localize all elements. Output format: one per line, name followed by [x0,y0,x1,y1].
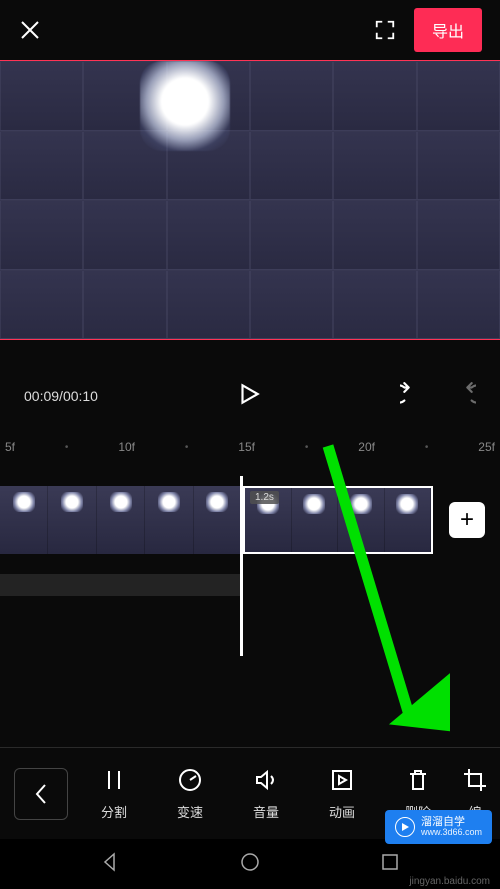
tool-label: 变速 [177,802,203,821]
watermark-url: www.3d66.com [421,828,482,838]
nav-back-icon[interactable] [99,851,121,878]
nav-home-icon[interactable] [239,851,261,878]
watermark-logo-icon [395,817,415,837]
tool-speed[interactable]: 变速 [152,766,228,821]
volume-icon [252,766,280,794]
timeline-ruler: 5f • 10f • 15f • 20f • 25f [0,436,500,458]
ruler-mark: 20f [358,440,375,454]
tool-volume[interactable]: 音量 [228,766,304,821]
trash-icon [404,766,432,794]
play-button[interactable] [236,381,262,412]
clip-track: 1.2s + [0,486,500,554]
timeline[interactable]: 1.2s + [0,486,500,686]
export-button[interactable]: 导出 [414,8,482,52]
preview-light [140,61,230,151]
undo-redo-group [400,381,476,412]
total-time: 00:10 [63,388,98,404]
video-preview[interactable] [0,60,500,340]
ruler-mark: 10f [118,440,135,454]
video-clip[interactable] [0,486,243,554]
add-clip-button[interactable]: + [449,502,485,538]
close-button[interactable] [18,18,42,42]
fullscreen-icon[interactable] [374,19,396,41]
speed-icon [176,766,204,794]
tool-label: 分割 [101,802,127,821]
undo-button[interactable] [400,381,426,412]
video-clip-selected[interactable]: 1.2s [243,486,433,554]
redo-button[interactable] [450,381,476,412]
tool-label: 音量 [253,802,279,821]
crop-icon [461,766,489,794]
tool-label: 动画 [329,802,355,821]
animation-icon [328,766,356,794]
audio-track[interactable] [0,574,240,596]
nav-recent-icon[interactable] [379,851,401,878]
preview-background [0,61,500,339]
footer-credit: jingyan.baidu.com [409,876,490,887]
toolbar-back-button[interactable] [14,768,68,820]
ruler-mark: 5f [5,440,15,454]
clip-duration-badge: 1.2s [250,491,279,504]
time-display: 00:09/00:10 [24,388,98,404]
tool-split[interactable]: 分割 [76,766,152,821]
current-time: 00:09 [24,388,59,404]
header-right: 导出 [374,8,482,52]
watermark: 溜溜自学 www.3d66.com [385,810,492,844]
ruler-mark: 25f [478,440,495,454]
split-icon [100,766,128,794]
playhead[interactable] [240,476,243,656]
ruler-mark: 15f [238,440,255,454]
playback-controls: 00:09/00:10 [0,356,500,436]
header: 导出 [0,0,500,60]
tool-animation[interactable]: 动画 [304,766,380,821]
